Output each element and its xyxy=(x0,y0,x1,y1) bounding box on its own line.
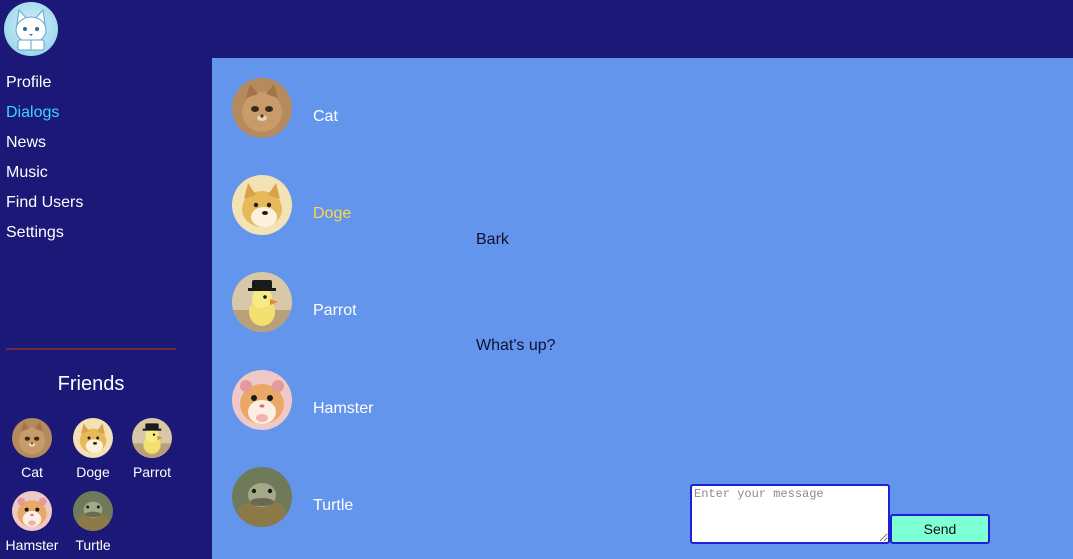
nav-item-profile[interactable]: Profile xyxy=(6,68,83,98)
nav-item-settings[interactable]: Settings xyxy=(6,218,83,248)
sidebar: Profile Dialogs News Music Find Users Se… xyxy=(0,58,212,559)
nav-item-dialogs[interactable]: Dialogs xyxy=(6,98,83,128)
doge-avatar-icon xyxy=(73,418,113,458)
cat-face-icon[interactable] xyxy=(4,2,58,56)
nav-item-music[interactable]: Music xyxy=(6,158,83,188)
message-item: Bark xyxy=(476,231,509,248)
dialog-name[interactable]: Parrot xyxy=(313,302,357,320)
friend-item-turtle[interactable]: Turtle xyxy=(63,489,123,553)
dialog-item-doge[interactable]: Doge xyxy=(232,175,632,237)
message-item: What's up? xyxy=(476,337,556,354)
dialog-item-hamster[interactable]: Hamster xyxy=(232,370,632,432)
nav-item-find-users[interactable]: Find Users xyxy=(6,188,83,218)
doge-avatar-icon xyxy=(232,175,292,235)
message-input[interactable] xyxy=(690,484,890,544)
dialog-name[interactable]: Turtle xyxy=(313,497,353,515)
nav-item-news[interactable]: News xyxy=(6,128,83,158)
dialog-name[interactable]: Doge xyxy=(313,205,351,223)
dialog-name[interactable]: Hamster xyxy=(313,400,373,418)
friend-name: Cat xyxy=(21,464,43,480)
sidebar-divider xyxy=(6,348,176,350)
main-nav: Profile Dialogs News Music Find Users Se… xyxy=(6,68,83,248)
turtle-avatar-icon xyxy=(232,467,292,527)
dialog-item-cat[interactable]: Cat xyxy=(232,78,632,140)
friend-item-hamster[interactable]: Hamster xyxy=(2,489,62,553)
cat-avatar-icon xyxy=(232,78,292,138)
friend-item-cat[interactable]: Cat xyxy=(2,416,62,480)
parrot-avatar-icon xyxy=(232,272,292,332)
friend-name: Turtle xyxy=(75,537,111,553)
dialog-item-turtle[interactable]: Turtle xyxy=(232,467,632,529)
send-button[interactable]: Send xyxy=(890,514,990,544)
friend-name: Doge xyxy=(76,464,110,480)
friend-name: Hamster xyxy=(5,537,59,553)
friend-name: Parrot xyxy=(132,464,172,480)
dialog-name[interactable]: Cat xyxy=(313,108,338,126)
dialogs-panel: Cat Doge Parrot Hamster Turtle Bark What… xyxy=(212,58,1073,559)
header-bar xyxy=(0,0,1073,58)
parrot-avatar-icon xyxy=(132,418,172,458)
turtle-avatar-icon xyxy=(73,491,113,531)
cat-avatar-icon xyxy=(12,418,52,458)
hamster-avatar-icon xyxy=(12,491,52,531)
friends-title: Friends xyxy=(57,373,125,395)
hamster-avatar-icon xyxy=(232,370,292,430)
friend-item-parrot[interactable]: Parrot xyxy=(122,416,182,480)
dialog-item-parrot[interactable]: Parrot xyxy=(232,272,632,334)
friend-item-doge[interactable]: Doge xyxy=(63,416,123,480)
